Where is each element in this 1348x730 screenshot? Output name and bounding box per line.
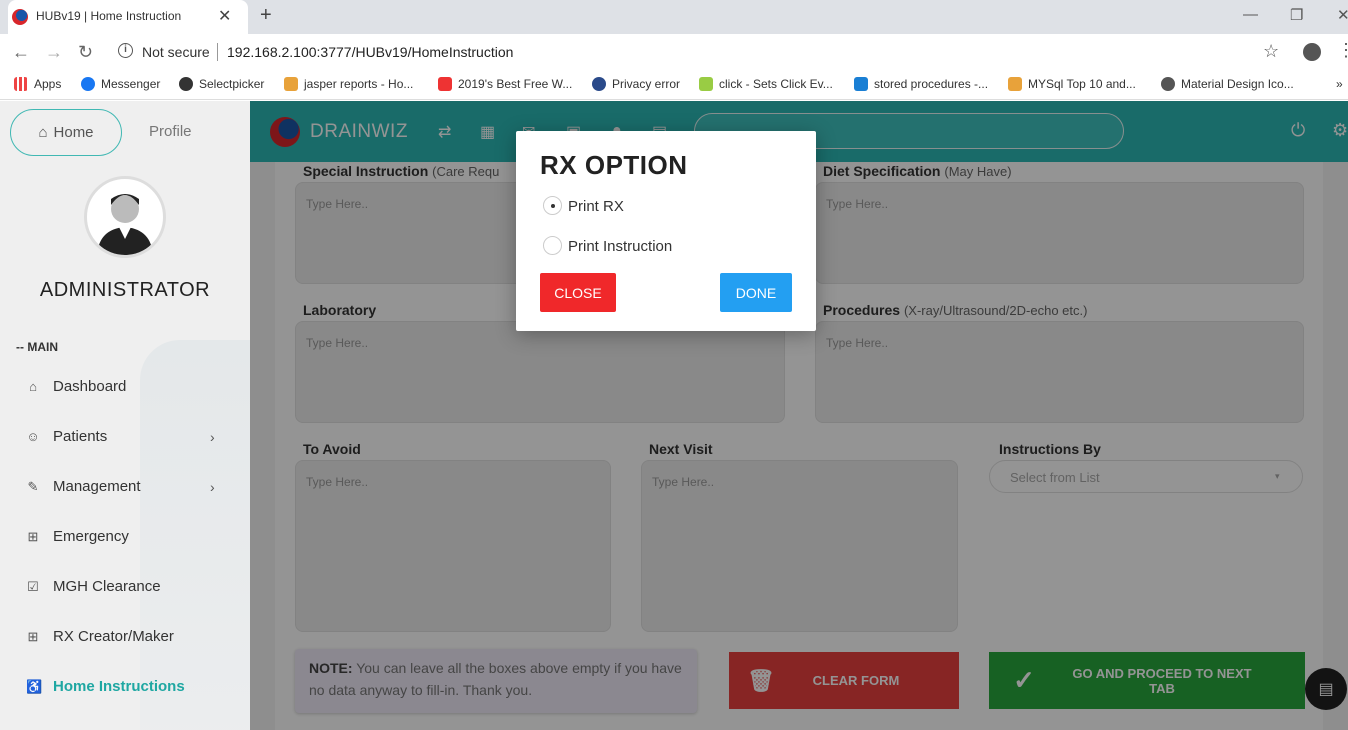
apps-grid-icon <box>14 77 28 91</box>
bookmark-jasper[interactable]: jasper reports - Ho... <box>284 77 413 91</box>
sidebar-item-patients[interactable]: ☺ Patients <box>26 428 107 445</box>
section-label: -- MAIN <box>16 340 58 354</box>
restore-icon[interactable]: ❐ <box>1290 6 1303 24</box>
forward-icon[interactable]: → <box>45 42 63 63</box>
stackoverflow-icon <box>284 77 298 91</box>
globe-icon <box>1161 77 1175 91</box>
bookmark-mysql[interactable]: MYSql Top 10 and... <box>1008 77 1136 91</box>
close-button[interactable]: CLOSE <box>540 273 616 312</box>
bookmark-stored-procedures[interactable]: stored procedures -... <box>854 77 988 91</box>
print-instruction-label[interactable]: Print Instruction <box>568 238 672 255</box>
done-button[interactable]: DONE <box>720 273 792 312</box>
profile-avatar-icon[interactable] <box>1303 43 1321 61</box>
home-label: Home <box>53 124 94 141</box>
sparkle-icon <box>699 77 713 91</box>
radio-dot <box>551 204 555 208</box>
swirl-icon <box>438 77 452 91</box>
home-icon: ⌂ <box>38 124 48 141</box>
profile-link[interactable]: Profile <box>149 123 192 140</box>
minimize-icon[interactable]: — <box>1243 6 1258 23</box>
chevron-right-icon: › <box>210 429 215 445</box>
print-rx-label[interactable]: Print RX <box>568 198 624 215</box>
sidebar-item-emergency[interactable]: ⊞ Emergency <box>26 528 129 545</box>
walk-icon: ♿ <box>26 678 43 694</box>
sidebar-background-image <box>140 340 250 730</box>
github-icon <box>179 77 193 91</box>
new-tab-icon[interactable]: + <box>260 4 272 27</box>
checkbox-icon: ☑ <box>27 578 39 594</box>
home-icon: ⌂ <box>29 379 37 394</box>
menu-kebab-icon[interactable]: ⋮ <box>1337 40 1348 61</box>
face-icon: ☺ <box>26 429 40 444</box>
globe-icon <box>592 77 606 91</box>
sidebar-item-dashboard[interactable]: ⌂ Dashboard <box>26 378 126 395</box>
wrench-icon: ✎ <box>27 478 39 494</box>
bookmark-free-w[interactable]: 2019's Best Free W... <box>438 77 572 91</box>
url-input[interactable]: 192.168.2.100:3777/HUBv19/HomeInstructio… <box>227 44 513 60</box>
plus-box-icon: ⊞ <box>27 528 39 544</box>
sidebar-item-mgh-clearance[interactable]: ☑ MGH Clearance <box>26 578 160 595</box>
sidebar-item-management[interactable]: ✎ Management <box>26 478 141 495</box>
stackoverflow-icon <box>1008 77 1022 91</box>
more-bookmarks-icon[interactable]: » <box>1336 77 1343 91</box>
modal-title: RX OPTION <box>540 150 688 180</box>
database-icon <box>854 77 868 91</box>
bookmark-star-icon[interactable]: ☆ <box>1263 41 1279 62</box>
messenger-icon <box>81 77 95 91</box>
bookmark-messenger[interactable]: Messenger <box>81 77 160 91</box>
chevron-right-icon: › <box>210 479 215 495</box>
print-rx-radio[interactable] <box>543 196 562 215</box>
info-icon[interactable]: i <box>118 43 133 58</box>
favicon-icon <box>12 9 28 25</box>
divider <box>217 43 218 61</box>
window-close-icon[interactable]: ✕ <box>1337 6 1348 24</box>
bookmark-apps[interactable]: Apps <box>14 77 61 91</box>
back-icon[interactable]: ← <box>12 42 30 63</box>
bookmark-click[interactable]: click - Sets Click Ev... <box>699 77 833 91</box>
tab-title: HUBv19 | Home Instruction <box>36 9 182 23</box>
close-tab-icon[interactable]: ✕ <box>218 6 231 26</box>
user-avatar-icon <box>97 194 153 255</box>
avatar <box>84 176 166 258</box>
bookmark-selectpicker[interactable]: Selectpicker <box>179 77 264 91</box>
grid-plus-icon: ⊞ <box>27 628 39 644</box>
bookmark-privacy-error[interactable]: Privacy error <box>592 77 680 91</box>
sidebar-item-rx-creator[interactable]: ⊞ RX Creator/Maker <box>26 628 174 645</box>
print-instruction-radio[interactable] <box>543 236 562 255</box>
user-name: ADMINISTRATOR <box>39 279 211 301</box>
bookmark-material-design[interactable]: Material Design Ico... <box>1161 77 1294 91</box>
reload-icon[interactable]: ↻ <box>78 42 93 63</box>
sidebar-item-home-instructions[interactable]: ♿ Home Instructions <box>26 678 185 695</box>
not-secure-label: Not secure <box>142 44 210 60</box>
home-button[interactable]: ⌂ Home <box>10 109 122 156</box>
